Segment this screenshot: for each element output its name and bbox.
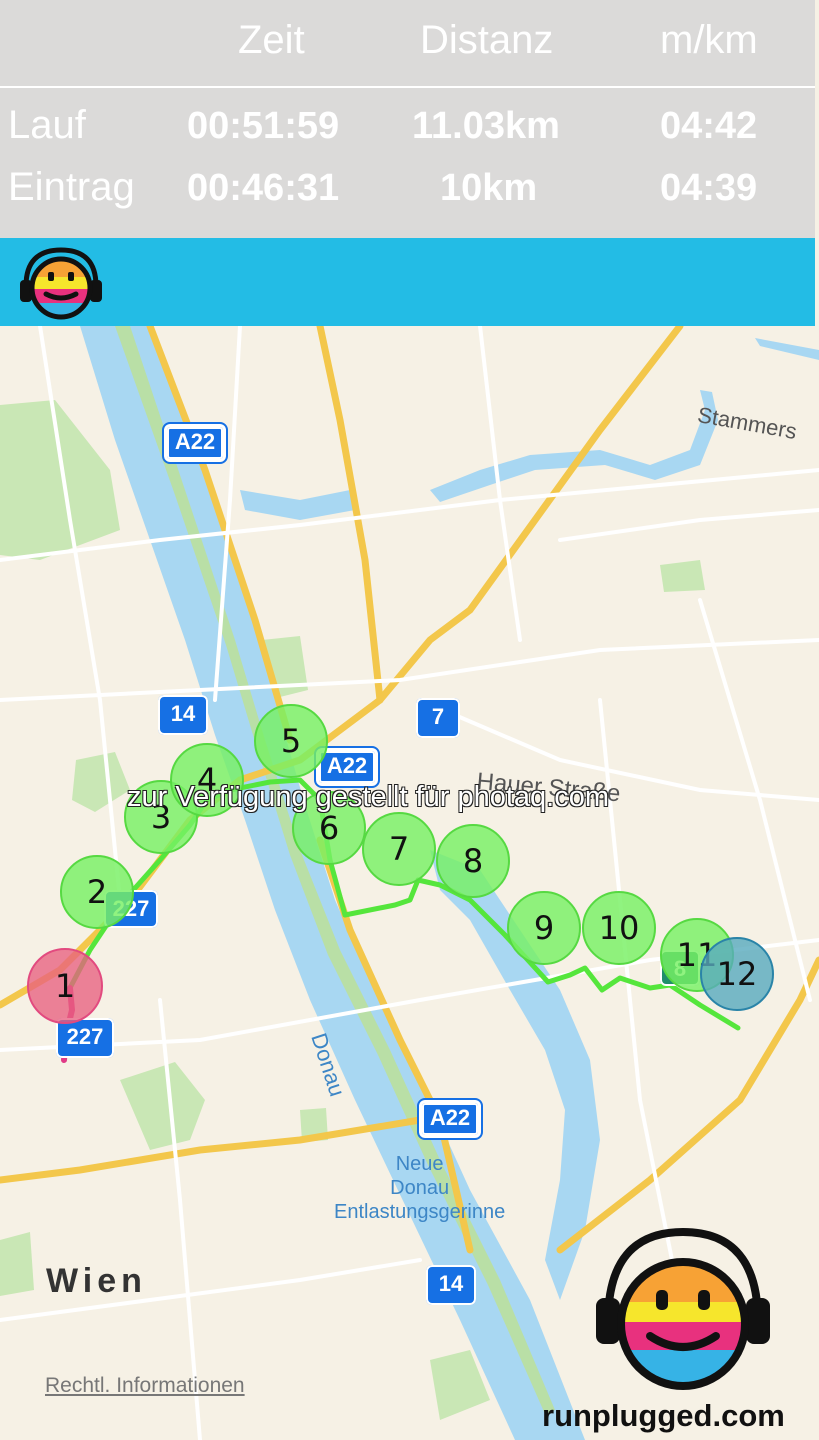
legal-link[interactable]: Rechtl. Informationen (45, 1374, 245, 1398)
eintrag-pace: 04:39 (660, 167, 758, 209)
road-shield-7: 7 (416, 698, 460, 738)
route-marker-8[interactable]: 8 (436, 824, 510, 898)
row-label-eintrag: Eintrag (8, 165, 135, 209)
road-shield-a22: A22 (417, 1098, 483, 1140)
row-label-lauf: Lauf (8, 103, 86, 147)
route-marker-5[interactable]: 5 (254, 704, 328, 778)
lauf-distance: 11.03km (412, 105, 560, 147)
eintrag-distance: 10km (440, 167, 538, 209)
runplugged-logo-icon (596, 1227, 770, 1390)
park-area (660, 560, 705, 592)
stats-divider (0, 86, 815, 88)
watermark-text: zur Verfügung gestellt für photaq.com (127, 781, 610, 813)
neue-label: Neue (395, 1153, 444, 1175)
eintrag-time: 00:46:31 (187, 167, 340, 209)
app-header-bar (0, 238, 815, 326)
stats-panel: Zeit Distanz m/km Lauf 00:51:59 11.03km … (0, 0, 815, 238)
route-marker-1[interactable]: 1 (27, 948, 103, 1024)
road-shield-14: 14 (426, 1265, 476, 1305)
lauf-pace: 04:42 (660, 105, 758, 147)
road-shield-227: 227 (56, 1018, 114, 1058)
route-marker-10[interactable]: 10 (582, 891, 656, 965)
route-marker-12[interactable]: 12 (700, 937, 774, 1011)
route-marker-7[interactable]: 7 (362, 812, 436, 886)
header-zeit: Zeit (238, 18, 305, 62)
map-label-wien: Wien (46, 1262, 147, 1300)
map-label-neue-donau: Neue Donau Entlastungsgerinne (334, 1152, 505, 1224)
smiley-headphones-icon[interactable] (18, 244, 104, 324)
route-marker-9[interactable]: 9 (507, 891, 581, 965)
road-shield-a22: A22 (162, 422, 228, 464)
brand-text: runplugged.com (542, 1398, 785, 1433)
park-area (0, 1232, 34, 1296)
entlastung-label: Entlastungsgerinne (334, 1201, 506, 1223)
donau-label: Donau (390, 1177, 450, 1199)
road-shield-14: 14 (158, 695, 208, 735)
header-pace: m/km (660, 18, 758, 62)
route-marker-2[interactable]: 2 (60, 855, 134, 929)
lauf-time: 00:51:59 (187, 105, 340, 147)
header-distanz: Distanz (420, 18, 554, 62)
